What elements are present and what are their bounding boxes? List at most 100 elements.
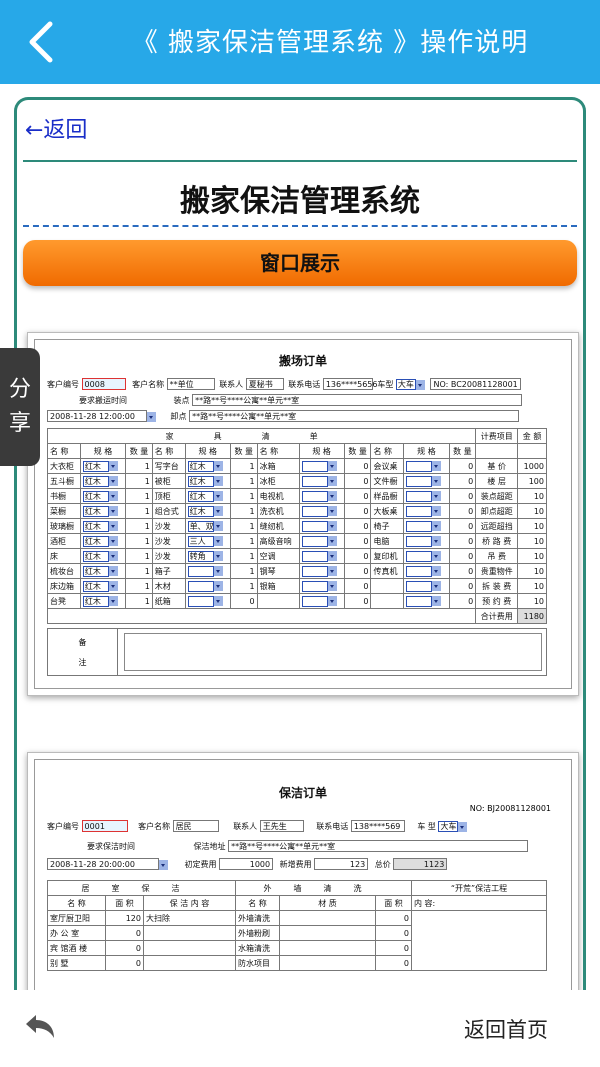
chevron-down-icon[interactable]	[327, 521, 337, 531]
charge-amount[interactable]: 10	[517, 503, 547, 519]
customer-no-field[interactable]: 0008	[81, 378, 126, 390]
material-field[interactable]	[279, 910, 376, 926]
spec-select[interactable]: 红木	[187, 490, 214, 502]
qty-field[interactable]: 0	[343, 503, 372, 519]
qty-field[interactable]: 0	[448, 578, 477, 594]
qty-field[interactable]: 0	[448, 473, 477, 489]
qty-field[interactable]: 1	[229, 563, 258, 579]
spec-select[interactable]	[187, 565, 214, 577]
content-field[interactable]	[143, 925, 236, 941]
chevron-down-icon[interactable]	[108, 596, 118, 606]
chevron-down-icon[interactable]	[108, 461, 118, 471]
qty-field[interactable]: 0	[448, 593, 477, 609]
chevron-down-icon[interactable]	[213, 536, 223, 546]
qty-field[interactable]: 1	[229, 518, 258, 534]
charge-amount[interactable]: 10	[517, 563, 547, 579]
undo-arrow-icon[interactable]	[22, 1012, 58, 1042]
address-field[interactable]: **路**号****公寓**单元**室	[228, 840, 529, 852]
qty-field[interactable]: 1	[125, 473, 153, 489]
chevron-down-icon[interactable]	[213, 461, 223, 471]
material-field[interactable]	[279, 925, 376, 941]
contact-field[interactable]: 夏秘书	[245, 378, 284, 390]
spec-select[interactable]	[406, 535, 433, 547]
chevron-down-icon[interactable]	[432, 596, 442, 606]
spec-select[interactable]: 转角	[187, 550, 214, 562]
chevron-down-icon[interactable]	[213, 506, 223, 516]
chevron-down-icon[interactable]	[432, 536, 442, 546]
content-field[interactable]	[143, 940, 236, 956]
qty-field[interactable]: 1	[125, 518, 153, 534]
spec-select[interactable]	[406, 505, 433, 517]
qty-field[interactable]: 0	[343, 548, 372, 564]
spec-select[interactable]	[187, 595, 214, 607]
chevron-down-icon[interactable]	[415, 379, 425, 390]
charge-amount[interactable]: 10	[517, 488, 547, 504]
special-content-field[interactable]	[411, 910, 547, 971]
spec-select[interactable]	[301, 580, 328, 592]
qty-field[interactable]: 1	[229, 578, 258, 594]
spec-select[interactable]: 红木	[187, 505, 214, 517]
qty-field[interactable]: 0	[343, 593, 372, 609]
charge-amount[interactable]: 10	[517, 518, 547, 534]
chevron-down-icon[interactable]	[432, 581, 442, 591]
spec-select[interactable]	[301, 595, 328, 607]
chevron-down-icon[interactable]	[458, 821, 468, 832]
spec-select[interactable]	[406, 475, 433, 487]
spec-select[interactable]: 红木	[82, 505, 109, 517]
qty-field[interactable]: 0	[343, 533, 372, 549]
spec-select[interactable]	[301, 505, 328, 517]
chevron-down-icon[interactable]	[213, 551, 223, 561]
chevron-down-icon[interactable]	[159, 859, 168, 870]
spec-select[interactable]: 红木	[82, 520, 109, 532]
qty-field[interactable]: 0	[448, 488, 477, 504]
area-field[interactable]: 0	[105, 955, 144, 971]
area-field[interactable]: 0	[105, 925, 144, 941]
charge-amount[interactable]: 10	[517, 578, 547, 594]
contact-field[interactable]: 王先生	[259, 820, 304, 832]
spec-select[interactable]: 红木	[187, 475, 214, 487]
qty-field[interactable]: 1	[125, 533, 153, 549]
added-fee-field[interactable]: 123	[314, 858, 369, 870]
chevron-down-icon[interactable]	[327, 581, 337, 591]
chevron-down-icon[interactable]	[432, 506, 442, 516]
spec-select[interactable]: 红木	[82, 550, 109, 562]
spec-select[interactable]	[301, 535, 328, 547]
spec-select[interactable]	[301, 565, 328, 577]
spec-select[interactable]: 红木	[82, 595, 109, 607]
qty-field[interactable]: 0	[448, 458, 477, 474]
content-field[interactable]	[143, 955, 236, 971]
qty-field[interactable]: 0	[448, 563, 477, 579]
chevron-down-icon[interactable]	[213, 581, 223, 591]
chevron-down-icon[interactable]	[432, 461, 442, 471]
chevron-down-icon[interactable]	[327, 566, 337, 576]
qty-field[interactable]: 0	[448, 503, 477, 519]
spec-select[interactable]	[301, 460, 328, 472]
spec-select[interactable]	[406, 565, 433, 577]
initial-fee-field[interactable]: 1000	[219, 858, 274, 870]
spec-select[interactable]	[187, 580, 214, 592]
share-tab[interactable]: 分 享	[0, 348, 40, 466]
area-field[interactable]: 0	[375, 925, 412, 941]
chevron-down-icon[interactable]	[108, 536, 118, 546]
chevron-down-icon[interactable]	[327, 461, 337, 471]
chevron-down-icon[interactable]	[327, 536, 337, 546]
area-field[interactable]: 120	[105, 910, 144, 926]
spec-select[interactable]	[406, 580, 433, 592]
qty-field[interactable]: 1	[125, 563, 153, 579]
time-field[interactable]: 2008-11-28 12:00:00	[47, 410, 147, 422]
area-field[interactable]: 0	[105, 940, 144, 956]
qty-field[interactable]: 0	[229, 593, 258, 609]
unload-address-field[interactable]: **路**号****公寓**单元**室	[189, 410, 520, 422]
chevron-down-icon[interactable]	[327, 476, 337, 486]
chevron-down-icon[interactable]	[327, 491, 337, 501]
spec-select[interactable]: 红木	[82, 490, 109, 502]
chevron-down-icon[interactable]	[432, 476, 442, 486]
material-field[interactable]	[279, 955, 376, 971]
customer-no-field[interactable]: 0001	[81, 820, 128, 832]
area-field[interactable]: 0	[375, 910, 412, 926]
chevron-down-icon[interactable]	[213, 491, 223, 501]
qty-field[interactable]: 1	[125, 548, 153, 564]
qty-field[interactable]: 0	[343, 488, 372, 504]
spec-select[interactable]: 红木	[82, 475, 109, 487]
qty-field[interactable]: 1	[125, 593, 153, 609]
